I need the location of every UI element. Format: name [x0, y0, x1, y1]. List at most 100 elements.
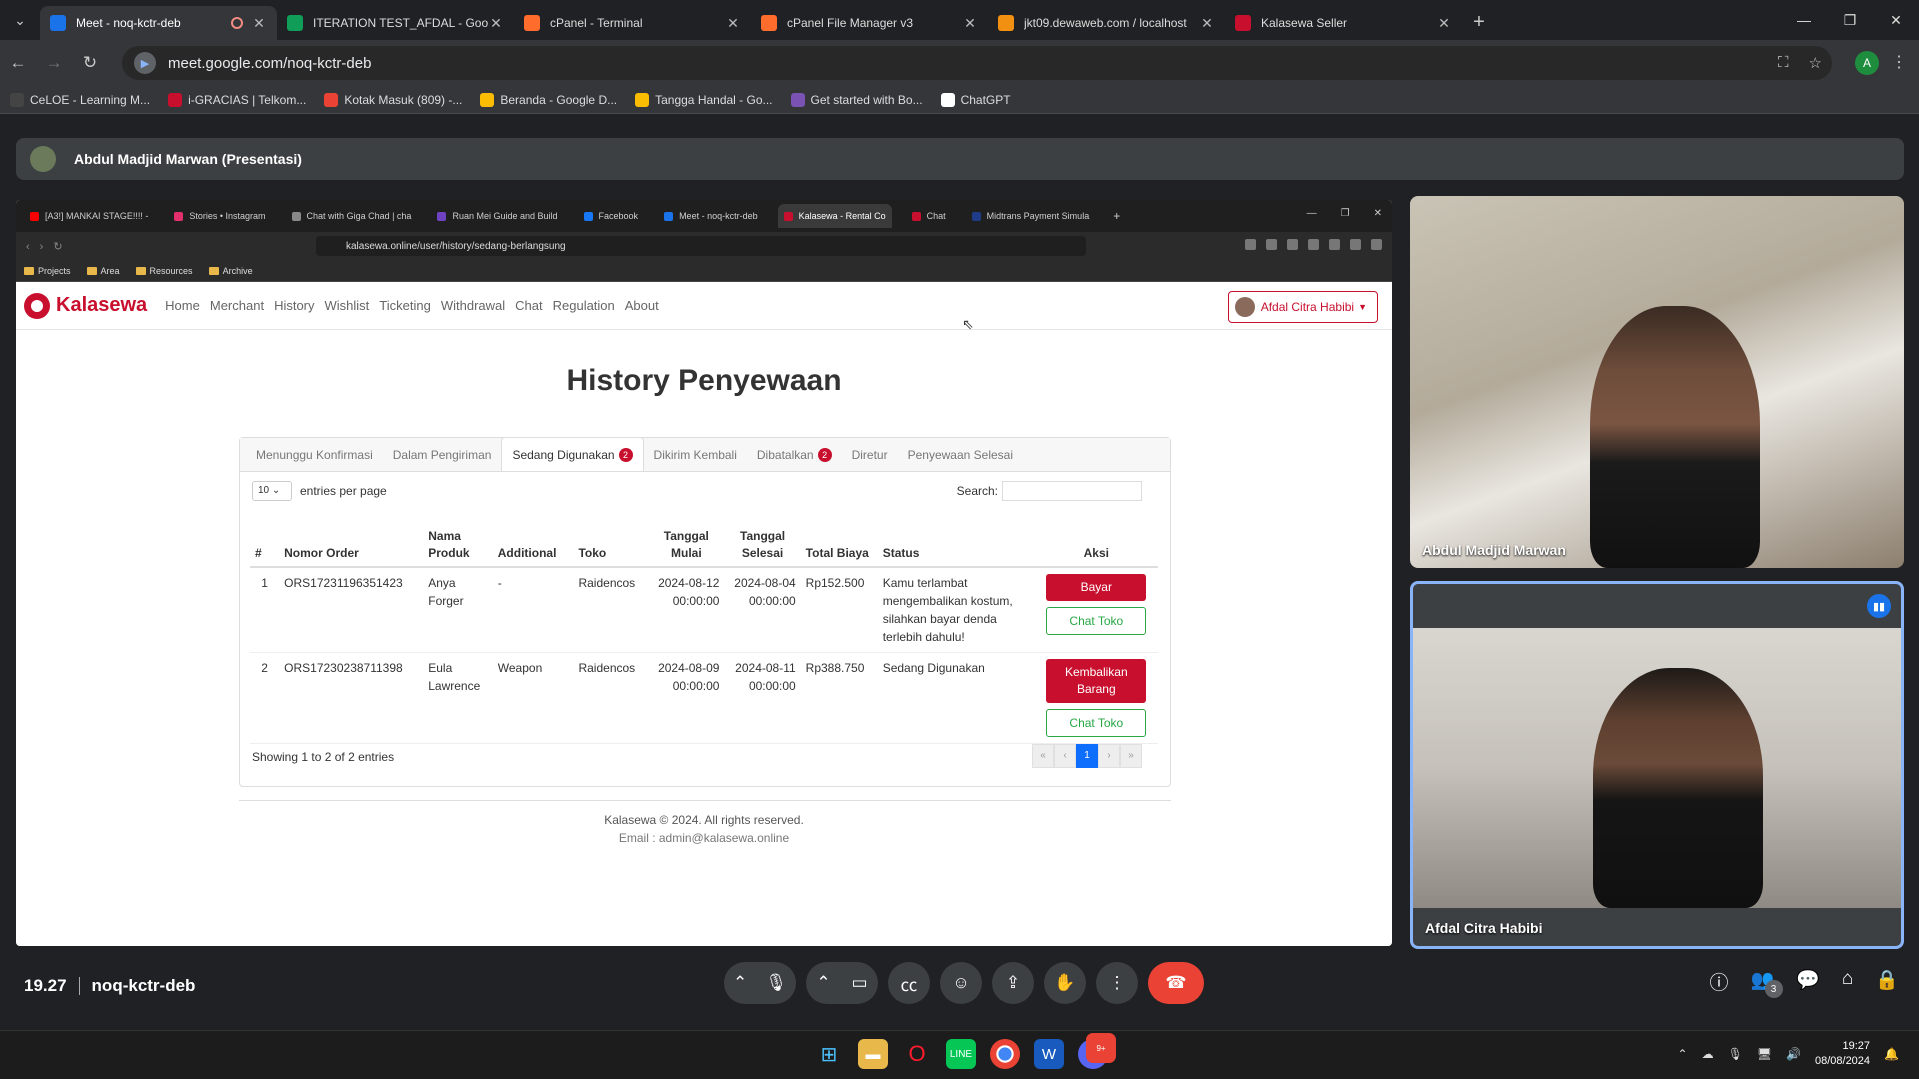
page-button[interactable]: 1: [1076, 744, 1098, 768]
tab-close-icon[interactable]: ✕: [251, 15, 267, 32]
reactions-button[interactable]: ☺: [940, 962, 982, 1004]
return-item-button[interactable]: Kembalikan Barang: [1046, 659, 1147, 703]
captions-button[interactable]: ㏄: [888, 962, 930, 1004]
column-header[interactable]: Tanggal Mulai: [648, 524, 725, 568]
bookmark-item[interactable]: Tangga Handal - Go...: [635, 92, 773, 107]
nav-link-regulation[interactable]: Regulation: [553, 298, 615, 313]
nav-link-merchant[interactable]: Merchant: [210, 298, 264, 313]
history-tab[interactable]: Sedang Digunakan 2: [501, 437, 644, 471]
bookmark-item[interactable]: ChatGPT: [940, 92, 1011, 107]
profile-avatar[interactable]: A: [1855, 51, 1879, 75]
line-icon[interactable]: LINE: [946, 1039, 976, 1069]
column-header[interactable]: Nomor Order: [279, 524, 424, 568]
history-tab[interactable]: Penyewaan Selesai: [898, 438, 1023, 471]
first-page-button[interactable]: «: [1032, 744, 1054, 768]
bookmark-item[interactable]: i-GRACIAS | Telkom...: [168, 92, 306, 107]
volume-icon[interactable]: 🔊: [1786, 1047, 1801, 1061]
file-explorer-icon[interactable]: ▬: [858, 1039, 888, 1069]
word-icon[interactable]: W: [1034, 1039, 1064, 1069]
network-icon[interactable]: 🖥: [1757, 1047, 1772, 1061]
nav-link-wishlist[interactable]: Wishlist: [325, 298, 370, 313]
browser-menu-icon[interactable]: ⋮: [1891, 52, 1907, 72]
history-tab[interactable]: Dikirim Kembali: [644, 438, 747, 471]
nav-link-chat[interactable]: Chat: [515, 298, 542, 313]
history-tab[interactable]: Dalam Pengiriman: [383, 438, 502, 471]
tray-overflow-icon[interactable]: ⌃: [1678, 1047, 1688, 1061]
column-header[interactable]: Nama Produk: [423, 524, 493, 568]
column-header[interactable]: Total Biaya: [800, 524, 878, 568]
microphone-button[interactable]: ⌃ 🎙: [724, 962, 796, 1004]
browser-tab[interactable]: ITERATION TEST_AFDAL - Goog ✕: [277, 6, 514, 40]
translate-icon[interactable]: ⛶: [1778, 54, 1789, 72]
history-tab[interactable]: Menunggu Konfirmasi: [246, 438, 383, 471]
restore-icon[interactable]: ❐: [1827, 0, 1873, 40]
raise-hand-button[interactable]: ✋: [1044, 962, 1086, 1004]
chat-store-button[interactable]: Chat Toko: [1046, 607, 1147, 635]
bookmark-item[interactable]: Get started with Bo...: [790, 92, 923, 107]
notifications-icon[interactable]: 🔔: [1884, 1047, 1899, 1061]
column-header[interactable]: Tanggal Selesai: [724, 524, 801, 568]
windows-start-icon[interactable]: ⊞: [814, 1039, 844, 1069]
participant-tile[interactable]: Abdul Madjid Marwan: [1410, 196, 1904, 568]
nav-link-ticketing[interactable]: Ticketing: [379, 298, 431, 313]
bookmark-item[interactable]: CeLOE - Learning M...: [10, 92, 150, 107]
entries-select[interactable]: 10 ⌄: [252, 481, 292, 501]
browser-tab[interactable]: cPanel File Manager v3 ✕: [751, 6, 988, 40]
camera-button[interactable]: ⌃ ▭: [806, 962, 878, 1004]
pay-button[interactable]: Bayar: [1046, 574, 1147, 601]
column-header[interactable]: Toko: [573, 524, 649, 568]
participant-tile-active[interactable]: ▮▮ Afdal Citra Habibi: [1410, 581, 1904, 949]
history-tab[interactable]: Dibatalkan 2: [747, 438, 842, 471]
column-header[interactable]: Status: [877, 524, 1035, 568]
bookmark-item[interactable]: Kotak Masuk (809) -...: [324, 92, 462, 107]
minimize-icon[interactable]: —: [1781, 0, 1827, 40]
forward-icon[interactable]: →: [36, 53, 72, 73]
browser-tab[interactable]: cPanel - Terminal ✕: [514, 6, 751, 40]
bookmark-star-icon[interactable]: ☆: [1809, 54, 1822, 72]
microphone-tray-icon[interactable]: 🎙: [1728, 1047, 1743, 1061]
nav-link-history[interactable]: History: [274, 298, 314, 313]
meeting-details-icon[interactable]: ⓘ: [1709, 968, 1728, 1010]
browser-tab[interactable]: Meet - noq-kctr-deb ✕: [40, 6, 277, 40]
prev-page-button[interactable]: ‹: [1054, 744, 1076, 768]
close-icon[interactable]: ✕: [1873, 0, 1919, 40]
nav-link-withdrawal[interactable]: Withdrawal: [441, 298, 505, 313]
new-tab-button[interactable]: +: [1462, 6, 1496, 40]
tab-close-icon[interactable]: ✕: [1199, 15, 1215, 32]
present-button[interactable]: ⇪: [992, 962, 1034, 1004]
column-header[interactable]: Aksi: [1034, 524, 1158, 568]
discord-icon[interactable]: ◉9+: [1078, 1033, 1116, 1069]
tab-close-icon[interactable]: ✕: [488, 15, 504, 32]
cloud-offline-icon[interactable]: ☁: [1702, 1047, 1714, 1061]
column-header[interactable]: #: [250, 524, 280, 568]
last-page-button[interactable]: »: [1120, 744, 1142, 768]
chat-icon[interactable]: 💬: [1796, 968, 1820, 1010]
system-clock[interactable]: 19:27 08/08/2024: [1815, 1039, 1870, 1069]
tab-close-icon[interactable]: ✕: [1436, 15, 1452, 32]
history-tab[interactable]: Diretur: [842, 438, 898, 471]
bookmark-item[interactable]: Beranda - Google D...: [480, 92, 617, 107]
people-icon[interactable]: 👥 3: [1751, 968, 1783, 1010]
back-icon[interactable]: ←: [0, 53, 36, 73]
nav-link-about[interactable]: About: [625, 298, 659, 313]
column-header[interactable]: Additional: [492, 524, 574, 568]
nav-link-home[interactable]: Home: [165, 298, 200, 313]
tab-search-icon[interactable]: ⌄: [0, 0, 40, 40]
next-page-button[interactable]: ›: [1098, 744, 1120, 768]
tab-close-icon[interactable]: ✕: [962, 15, 978, 32]
browser-tab[interactable]: jkt09.dewaweb.com / localhost ✕: [988, 6, 1225, 40]
tab-close-icon[interactable]: ✕: [725, 15, 741, 32]
activities-icon[interactable]: ⌂: [1842, 968, 1853, 1010]
browser-tab[interactable]: Kalasewa Seller ✕: [1225, 6, 1462, 40]
search-input[interactable]: [1002, 481, 1142, 501]
more-options-button[interactable]: ⋮: [1096, 962, 1138, 1004]
leave-call-button[interactable]: ☎: [1148, 962, 1204, 1004]
host-controls-icon[interactable]: 🔒: [1875, 968, 1899, 1010]
omnibox[interactable]: ▶ meet.google.com/noq-kctr-deb ⛶ ☆: [122, 46, 1832, 80]
chrome-icon[interactable]: [990, 1039, 1020, 1069]
user-dropdown[interactable]: Afdal Citra Habibi ▼: [1227, 291, 1378, 323]
opera-icon[interactable]: O: [902, 1039, 932, 1069]
reload-icon[interactable]: ↻: [72, 53, 108, 73]
site-logo[interactable]: Kalasewa: [24, 292, 147, 319]
chat-store-button[interactable]: Chat Toko: [1046, 709, 1147, 737]
